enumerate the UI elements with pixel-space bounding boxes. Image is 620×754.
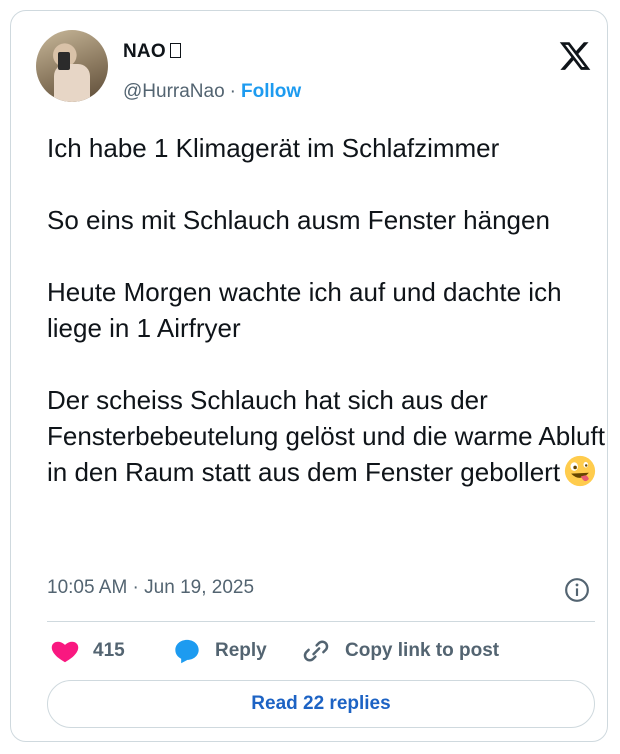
- heart-icon: [51, 641, 79, 663]
- like-count: 415: [93, 640, 125, 661]
- like-button[interactable]: 415: [51, 636, 125, 666]
- tweet-timestamp[interactable]: 10:05 AM · Jun 19, 2025: [47, 577, 254, 599]
- tweet-embed-card: NAO @HurraNao · Follow Ich habe 1 Klimager…: [10, 10, 608, 742]
- reply-bubble-icon: [175, 639, 199, 664]
- x-logo-icon[interactable]: [558, 39, 592, 73]
- missing-glyph-icon: [169, 43, 181, 58]
- reply-button[interactable]: Reply: [173, 636, 267, 666]
- info-icon[interactable]: [564, 577, 590, 603]
- avatar[interactable]: [36, 30, 108, 102]
- zany-face-emoji-icon: [564, 455, 596, 487]
- separator-dot: ·: [229, 81, 236, 102]
- author-handle-line: @HurraNao · Follow: [123, 81, 301, 103]
- read-replies-label: Read 22 replies: [251, 693, 391, 714]
- author-name[interactable]: NAO: [123, 41, 181, 63]
- tweet-text-content: Ich habe 1 Klimagerät im Schlafzimmer So…: [47, 133, 605, 487]
- author-handle[interactable]: @HurraNao: [123, 81, 225, 102]
- author-name-text: NAO: [123, 41, 166, 62]
- link-icon: [303, 640, 329, 662]
- read-replies-button[interactable]: Read 22 replies: [47, 680, 595, 728]
- divider: [47, 621, 595, 622]
- tweet-text: Ich habe 1 Klimagerät im Schlafzimmer So…: [47, 130, 607, 490]
- copy-link-label: Copy link to post: [345, 640, 500, 661]
- reply-label: Reply: [215, 640, 267, 661]
- copy-link-button[interactable]: Copy link to post: [301, 636, 499, 666]
- avatar-phone: [58, 52, 70, 70]
- follow-link[interactable]: Follow: [241, 81, 301, 102]
